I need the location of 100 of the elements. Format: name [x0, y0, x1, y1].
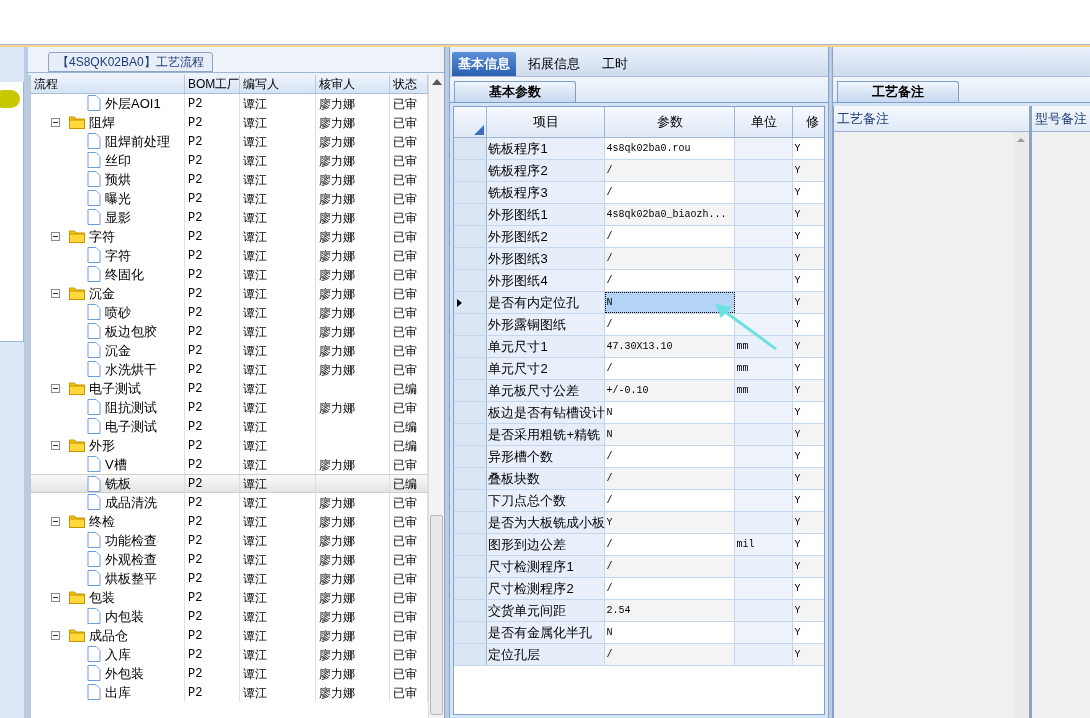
table-cell-text: 廖力娜 — [319, 114, 355, 132]
file-icon — [87, 476, 101, 492]
table-cell: 铣板程序3 — [487, 182, 606, 203]
file-icon — [87, 551, 101, 567]
column-header[interactable]: 参数 — [605, 107, 736, 137]
table-cell: 外形图纸4 — [487, 270, 606, 291]
subtab[interactable]: 基本参数 — [454, 81, 577, 102]
collapse-icon[interactable] — [51, 384, 60, 393]
table-cell-text: 廖力娜 — [319, 399, 355, 417]
tree-label: 喷砂 — [105, 303, 131, 322]
table-cell-text: 廖力娜 — [319, 209, 355, 227]
table-cell: mil — [735, 534, 794, 555]
tree-label: 入库 — [105, 645, 131, 664]
table-cell-text: 已审 — [393, 494, 417, 512]
tree-label: 显影 — [105, 208, 131, 227]
table-cell-text: 谭江 — [243, 190, 267, 208]
tree-label: 字符 — [89, 227, 115, 246]
file-icon — [87, 646, 101, 662]
table-cell-text: 廖力娜 — [319, 266, 355, 284]
table-cell: 尺寸检测程序1 — [487, 556, 606, 577]
table-cell-text: P2 — [188, 684, 203, 702]
scrollbar-thumb[interactable] — [430, 515, 443, 715]
table-cell: 下刀点总个数 — [487, 490, 606, 511]
row-header[interactable] — [454, 292, 488, 313]
table-cell-text: 谭江 — [243, 646, 267, 664]
table-cell-text: P2 — [188, 646, 203, 664]
table-cell: 4s8qk02ba0_biaozh... — [605, 204, 736, 225]
notes-tab[interactable]: 工艺备注 — [837, 81, 959, 102]
column-header[interactable]: 单位 — [735, 107, 794, 137]
table-cell-text: 谭江 — [243, 228, 267, 246]
current-row-icon — [457, 298, 463, 307]
table-cell-text: 已审 — [393, 247, 417, 265]
tab[interactable]: 基本信息 — [452, 52, 517, 76]
table-cell-text: P2 — [188, 532, 203, 550]
table-cell-text: 谭江 — [243, 570, 267, 588]
table-cell: N — [605, 424, 736, 445]
tab[interactable]: 工时 — [592, 52, 639, 76]
table-cell-text: 已审 — [393, 209, 417, 227]
tree-row[interactable]: 铣板 P2 谭江 已编 — [31, 474, 428, 493]
table-cell-text: 谭江 — [243, 380, 267, 398]
table-cell: / — [605, 182, 736, 203]
table-cell-text: P2 — [188, 418, 203, 436]
table-cell-text: 廖力娜 — [319, 190, 355, 208]
table-cell-text: 已审 — [393, 361, 417, 379]
folder-icon — [69, 381, 85, 395]
table-cell: 谭江 — [243, 475, 267, 492]
column-header[interactable]: 编写人 — [240, 75, 316, 93]
table-cell: 铣板程序2 — [487, 160, 606, 181]
tree-label: 字符 — [105, 246, 131, 265]
table-cell-text: 廖力娜 — [319, 608, 355, 626]
table-cell-text: 廖力娜 — [319, 627, 355, 645]
table-cell-text: 谭江 — [243, 513, 267, 531]
tree-label: 烘板整平 — [105, 569, 157, 588]
table-cell: 定位孔层 — [487, 644, 606, 665]
table-cell-text: P2 — [188, 342, 203, 360]
tree-label: 外包装 — [105, 664, 144, 683]
table-cell-text: 谭江 — [243, 608, 267, 626]
column-header[interactable]: BOM工厂 — [185, 75, 240, 93]
collapse-icon[interactable] — [51, 118, 60, 127]
collapse-icon[interactable] — [51, 517, 60, 526]
column-header[interactable]: 流程 — [31, 75, 185, 93]
tree-label: 板边包胶 — [105, 322, 157, 341]
splitter-bar[interactable] — [828, 47, 833, 718]
collapse-icon[interactable] — [51, 232, 60, 241]
table-cell: 图形到边公差 — [487, 534, 606, 555]
collapse-icon[interactable] — [51, 631, 60, 640]
column-header[interactable]: 项目 — [487, 107, 606, 137]
folder-icon — [69, 115, 85, 129]
scrollbar[interactable] — [1013, 132, 1029, 718]
tree-label: 预烘 — [105, 170, 131, 189]
file-icon — [87, 95, 101, 111]
scrollbar[interactable] — [428, 75, 444, 718]
table-cell-text: 已审 — [393, 456, 417, 474]
column-header[interactable]: 核审人 — [316, 75, 390, 93]
table-cell-text: P2 — [188, 285, 203, 303]
table-cell-text: P2 — [188, 551, 203, 569]
splitter-bar[interactable] — [23, 47, 28, 718]
table-cell-text: P2 — [188, 627, 203, 645]
table-cell: 是否有金属化半孔 — [487, 622, 606, 643]
table-cell-text: 廖力娜 — [319, 361, 355, 379]
table-cell: Y — [793, 644, 825, 665]
tab[interactable]: 拓展信息 — [518, 52, 591, 76]
table-cell-text: 廖力娜 — [319, 285, 355, 303]
table-cell: / — [605, 314, 736, 335]
collapse-icon[interactable] — [51, 593, 60, 602]
table-cell: Y — [793, 468, 825, 489]
table-cell: 铣板程序1 — [487, 138, 606, 159]
tree-label: 阻焊 — [89, 113, 115, 132]
tree-label: 铣板 — [105, 474, 131, 493]
collapse-icon[interactable] — [51, 289, 60, 298]
collapse-icon[interactable] — [51, 441, 60, 450]
tree-label: 终固化 — [105, 265, 144, 284]
file-icon — [87, 152, 101, 168]
table-cell: Y — [605, 512, 736, 533]
table-cell: 板边是否有钻槽设计 — [487, 402, 606, 423]
table-cell-text: 已审 — [393, 323, 417, 341]
table-cell: / — [605, 160, 736, 181]
column-header: 工艺备注 — [834, 106, 1029, 132]
table-cell-text: 谭江 — [243, 266, 267, 284]
table-cell-text: 谭江 — [243, 247, 267, 265]
